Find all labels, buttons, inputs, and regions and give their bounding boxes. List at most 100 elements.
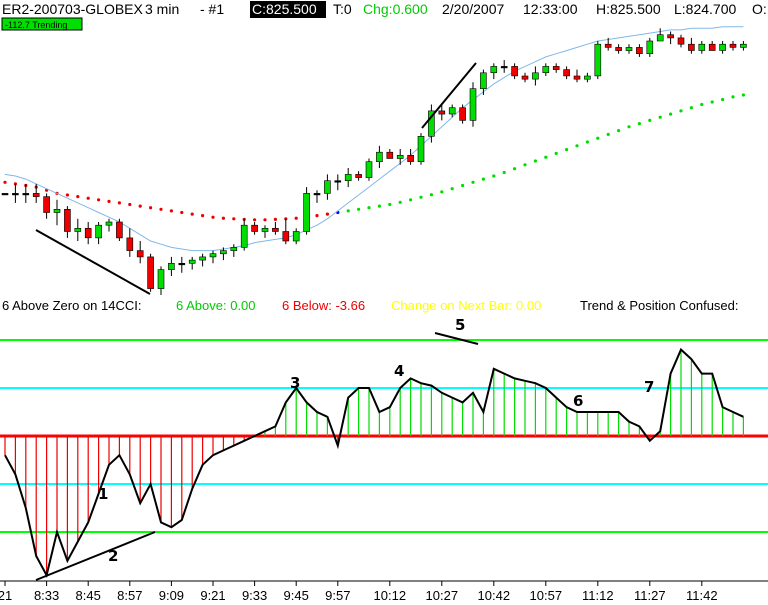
candle [729,41,737,51]
ma-dot [648,118,652,122]
ma-dot [565,148,569,152]
candle [376,145,383,168]
candle-body [116,221,123,239]
candle-body [365,161,373,178]
ma-dot [554,151,558,155]
candle [500,60,508,73]
candle-body [625,47,633,51]
candle-body [22,193,30,196]
ma-dot [388,202,392,207]
header-symbol: ER2-200703-GLOBEX [2,1,144,17]
candle [32,183,40,203]
candle-body [417,136,425,163]
price-trendlines [35,62,477,295]
ma-dot [128,202,132,207]
ma-dot [606,132,610,136]
ma-dot [523,163,527,167]
candle-body [376,151,383,162]
x-tick-label: 21 [0,588,12,603]
header-close: C:825.500 [252,1,317,17]
price-and-indicator-chart: ER2-200703-GLOBEX 3 min - #1 C:825.500 T… [0,1,768,603]
candle [74,218,82,241]
candle [708,41,716,51]
annotation-5: 5 [455,316,465,334]
candle [84,222,92,245]
candle [12,183,19,203]
candle [199,253,206,267]
indicator-trendlines [35,332,479,581]
ma-dot [357,207,361,211]
candle [417,133,425,165]
candle [428,104,435,143]
ma-dot [3,180,7,184]
ma-dot [710,100,714,104]
candle-body [532,72,539,80]
candle-body [1,193,9,196]
candle-body [542,66,550,74]
ma-dot [617,129,621,133]
chart-header: ER2-200703-GLOBEX 3 min - #1 C:825.500 T… [1,1,767,31]
candle-body [272,228,279,232]
candle [625,44,633,54]
candle [116,218,123,241]
ma-dot [721,97,725,102]
candle [646,37,654,57]
x-tick-label: 10:12 [374,588,407,603]
candle [334,174,342,191]
candle [469,82,477,127]
candle [365,158,373,181]
candle [1,193,9,196]
ma-dot [398,200,402,204]
x-axis-ticks: 21 8:33 8:45 8:57 9:09 9:21 9:33 9:45 9:57 10:12 1… [0,581,718,603]
x-tick-label: 11:27 [634,588,666,603]
candle [43,193,50,219]
candle-body [220,250,227,255]
ma-dot [429,193,433,197]
candle [615,44,622,54]
candle-body [334,180,342,183]
candle [459,104,466,124]
annotation-2: 2 [108,547,118,565]
annotation-3: 3 [290,374,300,392]
ma-dot [86,196,90,200]
ma-dot [117,201,121,205]
ma-dot [65,193,69,197]
ma-dot [149,206,153,210]
ma-dot [325,212,329,216]
candle-body [708,43,716,51]
candle-body [740,43,747,48]
ma-dot [575,144,579,148]
candle-body [64,209,71,232]
x-tick-label: 9:57 [325,588,350,603]
price-trendline-up [421,62,477,129]
ma-dot [221,216,225,220]
candle [719,41,726,54]
x-tick-label: 10:57 [530,588,563,603]
x-tick-label: 10:42 [478,588,511,603]
indicator-levels [0,339,768,533]
chart-stage: ER2-200703-GLOBEX 3 min - #1 C:825.500 T… [0,0,768,605]
candle-body [386,151,394,159]
ma-dot [481,177,485,181]
candle-body [511,66,518,77]
ma-dot [471,180,475,184]
candle-body [251,224,258,232]
header-ticks: T:0 [333,1,352,17]
ma-dot [669,112,673,116]
x-tick-label: 8:57 [117,588,142,603]
candle-body [126,237,134,251]
candle-body [667,34,674,39]
candle [53,199,61,226]
ma-dot [440,190,444,194]
candle-body [324,180,331,194]
x-tick-label: 9:45 [284,588,309,603]
candle [272,222,279,235]
candle-body [178,262,186,266]
candle-body [438,110,446,115]
candle [188,256,196,270]
header-change: Chg:0.600 [363,1,428,17]
ma-dot [346,209,350,213]
ma-dot [409,198,413,202]
candle-body [240,224,248,248]
candle-body [261,228,269,232]
